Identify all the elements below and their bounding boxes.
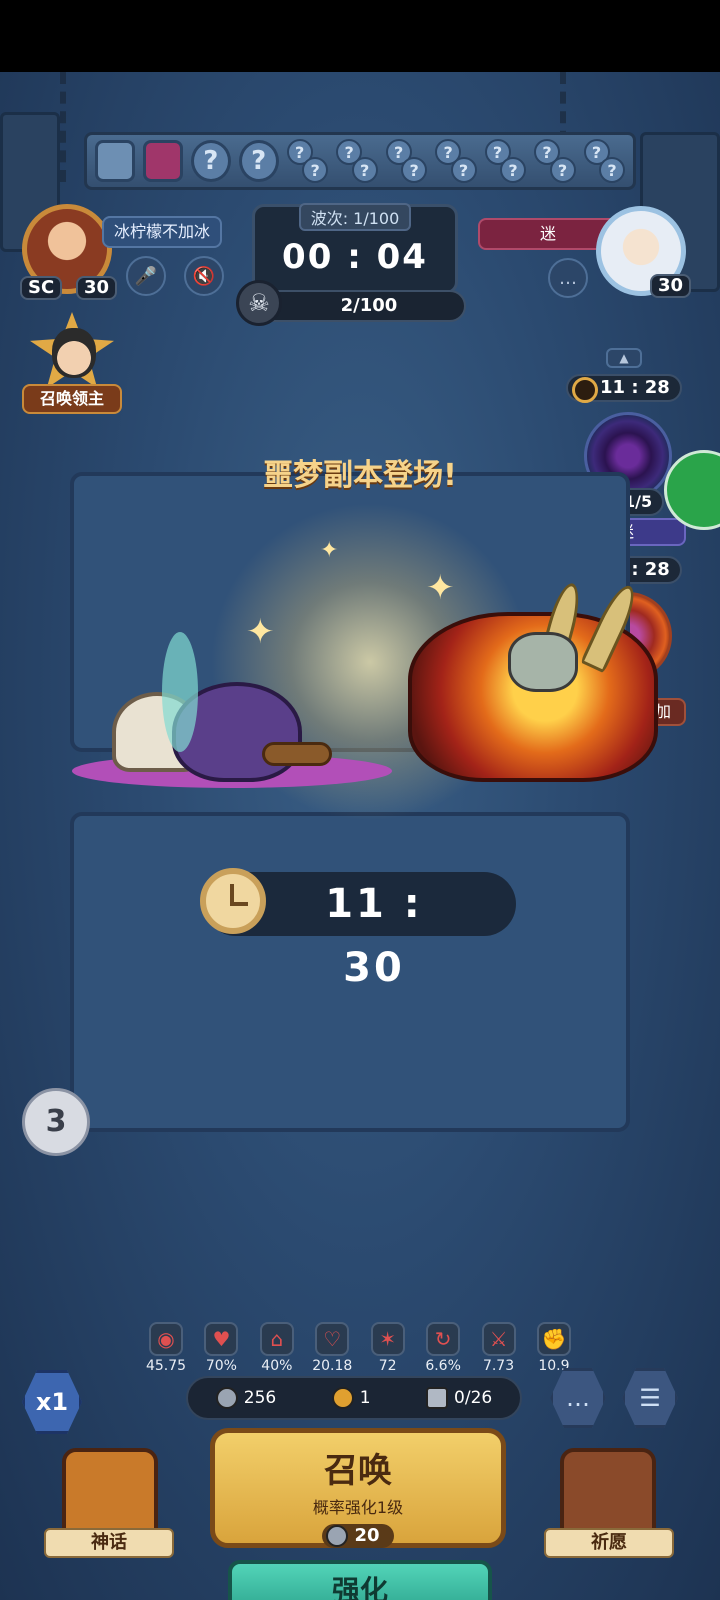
fire-demon-boss <box>398 542 688 792</box>
kill-progress: 2/100 <box>252 290 466 322</box>
pending-count-bubble[interactable]: 3 <box>22 1088 90 1156</box>
wave-label: 波次: 1/100 <box>298 203 412 231</box>
swords-icon: ⚔ <box>481 1322 516 1356</box>
wish-label[interactable]: 祈愿 <box>544 1528 674 1558</box>
summon-subtitle: 概率强化1级 <box>312 1498 404 1517</box>
player-panel: SC 30 <box>20 204 118 300</box>
silver-resource: 256 <box>215 1387 276 1409</box>
skull-icon: ☠ <box>236 280 282 326</box>
wave-panel: 波次: 1/100 00 : 04 <box>252 203 458 294</box>
hero-slot-pair-unknown[interactable]: ?? <box>534 139 576 183</box>
clover-coin-icon <box>331 1387 354 1409</box>
hero-slot-demon[interactable] <box>142 140 183 182</box>
sparkle-icon: ✦ <box>320 538 339 563</box>
stat-item[interactable]: ♥ 70% <box>195 1322 247 1374</box>
stopwatch-icon <box>200 868 266 934</box>
nightmare-announcement: 噩梦副本登场! <box>263 458 457 493</box>
lord-portrait <box>52 328 96 378</box>
boss-countdown-time: 11 : 30 <box>325 881 423 991</box>
octopus-monster <box>72 632 392 792</box>
rank-badge: SC <box>20 276 63 300</box>
hero-slot-pair-unknown[interactable]: ?? <box>484 139 527 183</box>
unit-icon <box>426 1387 449 1409</box>
hero-slot-pair-unknown[interactable]: ?? <box>385 139 428 183</box>
summon-cost: 20 <box>322 1524 394 1548</box>
unit-count: 0/26 <box>426 1387 492 1409</box>
stat-value: 7.73 <box>482 1358 515 1374</box>
stat-item[interactable]: ◉ 45.75 <box>140 1322 192 1374</box>
speed-toggle-button[interactable]: x1 <box>22 1370 82 1434</box>
stat-item[interactable]: ♡ 20.18 <box>306 1322 358 1374</box>
player-level-badge: 30 <box>76 276 118 300</box>
stat-value: 6.6% <box>425 1358 461 1374</box>
hero-slot-pair-unknown[interactable]: ?? <box>583 139 625 183</box>
menu-button[interactable]: ☰ <box>622 1368 678 1428</box>
summon-title: 召唤 <box>324 1451 392 1491</box>
event-timer: 11 : 28 <box>566 374 682 403</box>
wave-timer: 00 : 04 <box>282 237 428 277</box>
opponent-level-badge: 30 <box>650 274 692 298</box>
silver-coin-icon <box>326 1525 349 1547</box>
stat-item[interactable]: ✶ 72 <box>362 1322 414 1374</box>
stat-item[interactable]: ⌂ 40% <box>251 1322 303 1374</box>
crit-heart-icon: ♥ <box>204 1322 239 1356</box>
stat-value: 20.18 <box>312 1358 353 1374</box>
spin-icon: ↻ <box>426 1322 461 1356</box>
hero-slot-unknown[interactable]: ? <box>238 140 279 182</box>
stat-value: 45.75 <box>145 1358 187 1374</box>
stat-row: ◉ 45.75 ♥ 70% ⌂ 40% ♡ 20.18 ✶ 72 ↻ 6.6% ⚔ 7.73 ✊ 10.9 <box>140 1322 580 1374</box>
chat-bubble-icon[interactable]: … <box>548 258 588 298</box>
mic-muted-icon[interactable]: 🎤 <box>126 256 166 296</box>
stat-item[interactable]: ↻ 6.6% <box>417 1322 469 1374</box>
status-bar <box>0 0 720 72</box>
chain-decoration <box>60 72 78 182</box>
chat-button[interactable]: … <box>550 1368 606 1428</box>
stat-value: 40% <box>261 1358 293 1374</box>
clover-resource: 1 <box>331 1387 371 1409</box>
fist-icon: ✊ <box>536 1322 571 1356</box>
summon-lord-button[interactable]: 召唤领主 <box>22 312 122 416</box>
hero-slot-bar: ? ? ?? ?? ?? ?? ?? ?? ?? <box>84 132 636 190</box>
speaker-muted-icon[interactable]: 🔇 <box>184 256 224 296</box>
summon-lord-label: 召唤领主 <box>22 384 122 414</box>
hero-slot-unknown[interactable]: ? <box>190 140 231 182</box>
stat-value: 70% <box>205 1358 237 1374</box>
broken-heart-icon: ♡ <box>315 1322 350 1356</box>
hero-slot-pair-unknown[interactable]: ?? <box>286 139 329 183</box>
game-scene: ? ? ?? ?? ?? ?? ?? ?? ?? SC 30 冰柠檬不加冰 🎤 … <box>0 72 720 1600</box>
mythic-label[interactable]: 神话 <box>44 1528 174 1558</box>
stat-item[interactable]: ✊ 10.9 <box>528 1322 580 1374</box>
silver-coin-icon <box>215 1387 238 1409</box>
summon-button[interactable]: 召唤 概率强化1级 20 <box>210 1428 506 1548</box>
boss-countdown: 11 : 30 <box>200 868 516 991</box>
stat-value: 72 <box>378 1358 397 1374</box>
stat-item[interactable]: ⚔ 7.73 <box>473 1322 525 1374</box>
hero-slot-pair-unknown[interactable]: ?? <box>435 139 477 183</box>
hero-slot-pair-unknown[interactable]: ?? <box>336 139 378 183</box>
skull-house-icon: ⌂ <box>259 1322 294 1356</box>
collapse-up-icon[interactable]: ▲ <box>606 348 642 368</box>
upgrade-button[interactable]: 强化 <box>228 1560 492 1600</box>
resource-bar: 256 1 0/26 <box>186 1376 522 1420</box>
hero-slot-robot[interactable] <box>95 140 135 182</box>
player-name: 冰柠檬不加冰 <box>102 216 223 248</box>
shatter-icon: ✶ <box>370 1322 405 1356</box>
attack-icon: ◉ <box>149 1322 183 1356</box>
